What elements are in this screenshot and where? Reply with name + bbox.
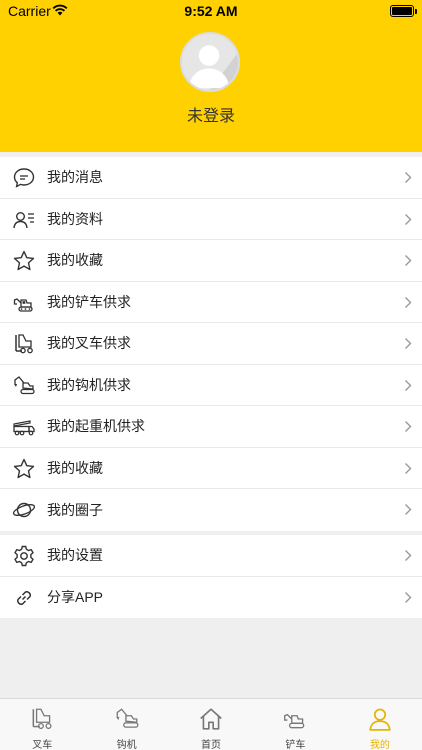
menu-item-share-app[interactable]: 分享APP xyxy=(0,577,422,619)
menu-item-label: 分享APP xyxy=(47,589,104,606)
loader-icon xyxy=(13,297,33,312)
tab-home[interactable]: 首页 xyxy=(169,699,253,750)
menu-item-label: 我的资料 xyxy=(47,210,103,227)
profile-card-icon xyxy=(13,211,34,228)
tab-forklift[interactable]: 叉车 xyxy=(0,699,84,750)
tab-me[interactable]: 我的 xyxy=(338,699,422,750)
tab-loader[interactable]: 铲车 xyxy=(253,699,337,750)
excavator-icon xyxy=(115,708,139,728)
tab-label: 我的 xyxy=(369,740,390,750)
menu-item-excavator-listings[interactable]: 我的钩机供求 xyxy=(0,365,422,406)
gear-icon xyxy=(14,545,34,567)
tab-label: 叉车 xyxy=(32,740,53,750)
menu-item-crane-listings[interactable]: 我的起重机供求 xyxy=(0,406,422,448)
status-bar: Carrier 9:52 AM xyxy=(0,0,422,22)
menu-item-label: 我的铲车供求 xyxy=(47,293,131,310)
tab-label: 钩机 xyxy=(116,740,137,750)
menu-item-label: 我的消息 xyxy=(47,169,103,186)
chevron-right-icon xyxy=(405,213,412,225)
menu-item-profile[interactable]: 我的资料 xyxy=(0,199,422,240)
person-icon xyxy=(369,708,391,731)
menu-item-forklift-listings[interactable]: 我的叉车供求 xyxy=(0,323,422,365)
chevron-right-icon xyxy=(405,296,412,308)
menu-item-messages[interactable]: 我的消息 xyxy=(0,157,422,199)
chevron-right-icon xyxy=(405,462,412,474)
menu-item-label: 我的设置 xyxy=(47,547,103,564)
chevron-right-icon xyxy=(405,255,412,266)
chevron-right-icon xyxy=(405,550,412,561)
star-icon xyxy=(13,250,35,271)
tab-bar: 叉车 钩机 首页 铲车 我的 xyxy=(0,698,422,750)
tab-label: 首页 xyxy=(201,740,222,750)
chevron-right-icon xyxy=(405,379,412,391)
clock: 9:52 AM xyxy=(184,3,238,19)
chevron-right-icon xyxy=(405,421,412,432)
profile-header: Carrier 9:52 AM 未登录 xyxy=(0,0,422,152)
excavator-icon xyxy=(14,375,35,394)
menu-item-favorites[interactable]: 我的收藏 xyxy=(0,240,422,282)
star-icon xyxy=(13,458,35,478)
menu-item-label: 我的钩机供求 xyxy=(47,376,131,393)
planet-icon xyxy=(12,502,36,518)
menu-item-circles[interactable]: 我的圈子 xyxy=(0,489,422,531)
chat-bubble-icon xyxy=(13,168,35,188)
default-user-icon xyxy=(182,34,238,90)
loader-icon xyxy=(284,713,305,729)
menu-item-label: 我的收藏 xyxy=(47,252,103,269)
avatar[interactable] xyxy=(180,32,240,92)
menu-item-settings[interactable]: 我的设置 xyxy=(0,535,422,577)
chevron-right-icon xyxy=(405,591,412,603)
tab-label: 铲车 xyxy=(285,740,306,750)
chevron-right-icon xyxy=(405,172,412,183)
tab-excavator[interactable]: 钩机 xyxy=(84,699,168,750)
menu-item-label: 我的起重机供求 xyxy=(47,418,145,435)
link-icon xyxy=(17,590,31,605)
menu-item-label: 我的圈子 xyxy=(47,501,103,518)
menu-group-main: 我的消息 我的资料 我的收藏 我的铲车供求 我的叉车供求 我的钩机供求 我的起重… xyxy=(0,157,422,531)
crane-truck-icon xyxy=(13,420,35,436)
chevron-right-icon xyxy=(405,504,412,515)
battery-icon xyxy=(390,5,414,17)
menu-item-label: 我的收藏 xyxy=(47,459,103,476)
login-status[interactable]: 未登录 xyxy=(0,102,422,126)
menu-group-settings: 我的设置 分享APP xyxy=(0,535,422,618)
menu-item-favorites-2[interactable]: 我的收藏 xyxy=(0,448,422,489)
menu-item-loader-listings[interactable]: 我的铲车供求 xyxy=(0,282,422,323)
forklift-icon xyxy=(15,334,33,354)
home-icon xyxy=(200,708,222,730)
chevron-right-icon xyxy=(405,338,412,349)
forklift-icon xyxy=(32,708,52,730)
menu-item-label: 我的叉车供求 xyxy=(47,335,131,352)
